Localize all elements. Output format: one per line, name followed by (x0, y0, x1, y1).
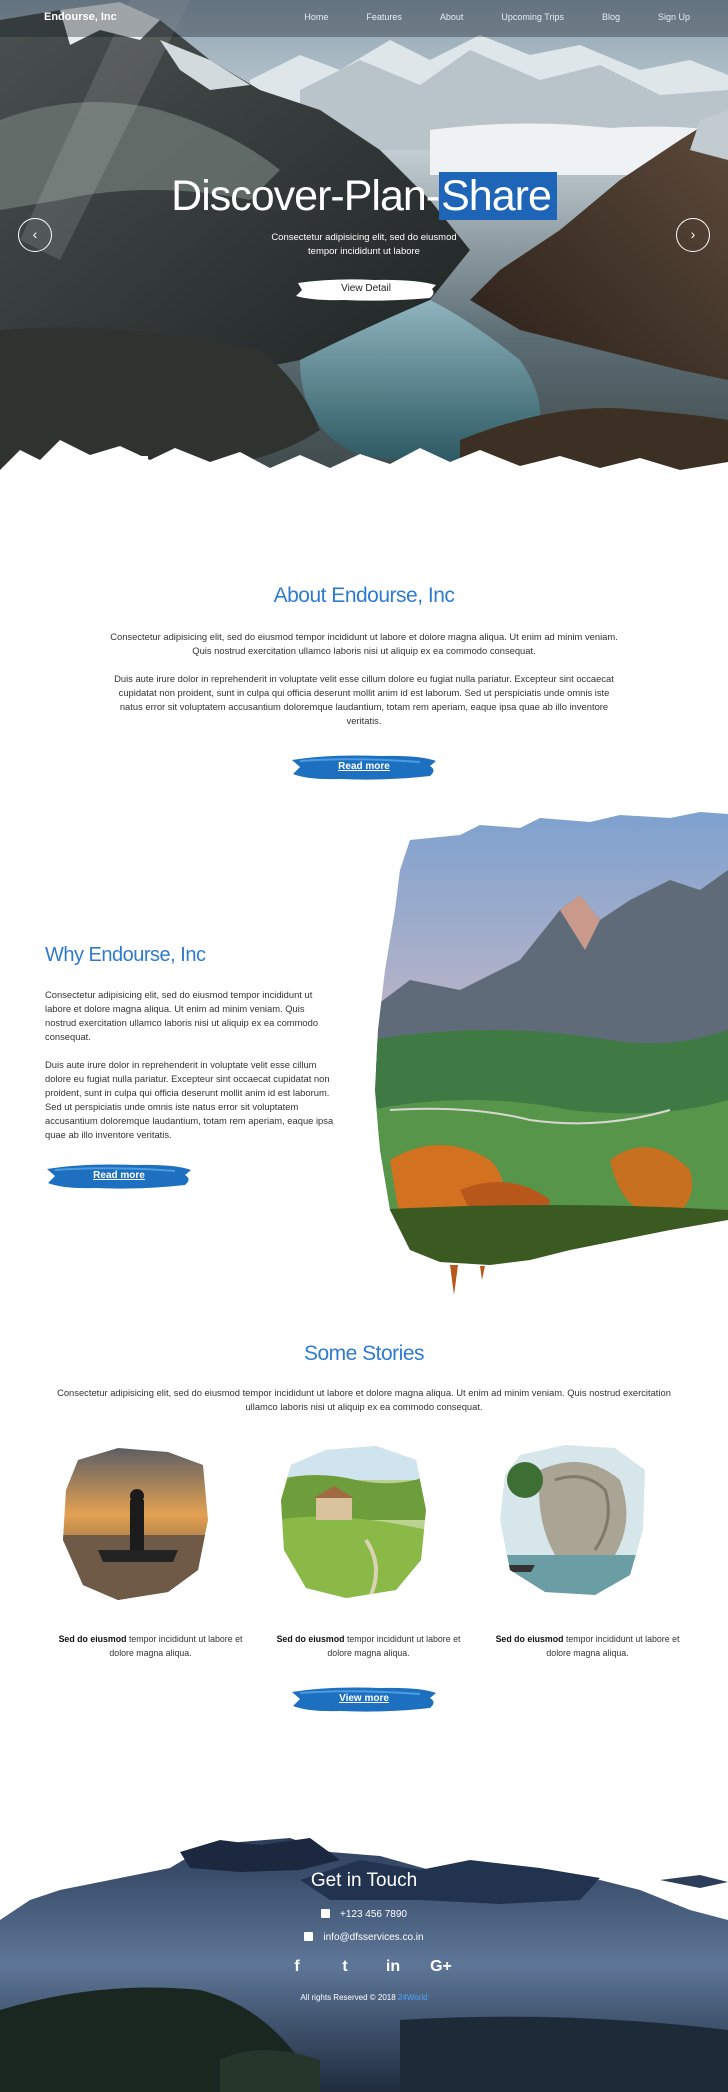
why-landscape-image (375, 810, 728, 1295)
why-read-more-label: Read more (93, 1170, 145, 1181)
story-caption-2-rest: tempor incididunt ut labore et (344, 1634, 461, 1644)
hero-subtitle-line2: tempor incididunt ut labore (308, 246, 420, 257)
why-p1-line4: consequat. (45, 1031, 91, 1042)
about-p2-line4: veritatis. (346, 715, 382, 726)
about-p1-line2: Quis nostrud exercitation ullamco labori… (192, 645, 536, 656)
facebook-icon[interactable]: f (284, 1958, 310, 1976)
chevron-left-icon: ‹ (32, 226, 38, 242)
story-caption-1-line1: Sed do eiusmod tempor incididunt ut labo… (53, 1632, 248, 1646)
hero-title-text: Discover-Plan- (171, 172, 440, 220)
stories-title: Some Stories (303, 1342, 425, 1365)
hero-subtitle-line1: Consectetur adipisicing elit, sed do eiu… (271, 232, 457, 243)
contact-phone[interactable]: +123 456 7890 (0, 1909, 728, 1920)
about-read-more-button[interactable]: Read more (290, 752, 438, 782)
story-caption-1: Sed do eiusmod tempor incididunt ut labo… (53, 1632, 248, 1660)
top-navbar: Endourse, Inc Home Features About Upcomi… (0, 0, 728, 37)
stories-intro-line1: Consectetur adipisicing elit, sed do eiu… (57, 1387, 671, 1398)
story-image-3 (500, 1445, 645, 1595)
view-detail-button[interactable]: View Detail (294, 277, 438, 303)
story-caption-2-bold: Sed do eiusmod (276, 1634, 345, 1644)
story-caption-2-line1: Sed do eiusmod tempor incididunt ut labo… (271, 1632, 466, 1646)
nav-link-about[interactable]: About (440, 12, 464, 22)
phone-number: +123 456 7890 (339, 1909, 407, 1920)
about-title: About Endourse, Inc (273, 584, 455, 607)
view-more-button[interactable]: View more (290, 1684, 438, 1714)
copyright-brand-link[interactable]: 24World (398, 1993, 428, 2002)
footer-title: Get in Touch (310, 1870, 418, 1891)
carousel-next-button[interactable]: › (676, 218, 710, 252)
brand-logo[interactable]: Endourse, Inc (44, 11, 117, 23)
carousel-prev-button[interactable]: ‹ (18, 218, 52, 252)
nav-link-home[interactable]: Home (304, 12, 328, 22)
story-caption-2-line2: dolore magna aliqua. (327, 1648, 410, 1658)
why-p2-line1: Duis aute irure dolor in reprehenderit i… (45, 1059, 317, 1070)
social-links: f t in G+ (284, 1958, 454, 1976)
story-card-3[interactable]: Sed do eiusmod tempor incididunt ut labo… (495, 1440, 680, 1658)
why-p2-line2: dolore eu fugiat nulla pariatur. Excepte… (45, 1073, 330, 1084)
copyright: All rights Reserved © 2018 24World (0, 1993, 728, 2002)
footer-lake-image (0, 1838, 728, 2092)
story-caption-3-line2: dolore magna aliqua. (546, 1648, 629, 1658)
contact-email[interactable]: info@dfsservices.co.in (0, 1932, 728, 1943)
about-p2-line1: Duis aute irure dolor in reprehenderit i… (114, 673, 614, 684)
about-paragraph-1: Consectetur adipisicing elit, sed do eiu… (60, 630, 668, 658)
hero-section: Endourse, Inc Home Features About Upcomi… (0, 0, 728, 560)
why-p1-line1: Consectetur adipisicing elit, sed do eiu… (45, 989, 313, 1000)
story-caption-3: Sed do eiusmod tempor incididunt ut labo… (490, 1632, 685, 1660)
hero-title: Discover-Plan-Share (0, 172, 728, 221)
about-read-more-label: Read more (338, 761, 390, 772)
why-p2-line3: proident, sunt in culpa qui officia dese… (45, 1087, 330, 1098)
hero-title-highlight: Share (439, 172, 557, 220)
story-image-1 (63, 1448, 208, 1600)
why-p1-line2: labore et dolore magna aliqua. Ut enim a… (45, 1003, 305, 1014)
why-paragraph-1: Consectetur adipisicing elit, sed do eiu… (45, 988, 335, 1044)
story-caption-3-rest: tempor incididunt ut labore et (563, 1634, 680, 1644)
nav-link-upcoming-trips[interactable]: Upcoming Trips (501, 12, 564, 22)
story-caption-2: Sed do eiusmod tempor incididunt ut labo… (271, 1632, 466, 1660)
mail-icon (304, 1932, 314, 1941)
why-title: Why Endourse, Inc (45, 944, 206, 966)
about-p1-line1: Consectetur adipisicing elit, sed do eiu… (110, 631, 618, 642)
why-p2-line4: Sed ut perspiciatis unde omnis iste natu… (45, 1101, 299, 1112)
about-p2-line2: cupidatat non proident, sunt in culpa qu… (118, 687, 610, 698)
story-image-2 (281, 1446, 426, 1598)
email-address: info@dfsservices.co.in (323, 1932, 424, 1943)
hero-subtitle: Consectetur adipisicing elit, sed do eiu… (0, 231, 728, 259)
stories-intro: Consectetur adipisicing elit, sed do eiu… (40, 1386, 688, 1414)
view-more-label: View more (339, 1693, 389, 1704)
story-caption-1-line2: dolore magna aliqua. (109, 1648, 192, 1658)
nav-link-features[interactable]: Features (366, 12, 402, 22)
why-p2-line6: quae ab illo inventore veritatis. (45, 1129, 172, 1140)
why-p2-line5: accusantium doloremque laudantium, totam… (45, 1115, 334, 1126)
story-caption-1-rest: tempor incididunt ut labore et (126, 1634, 243, 1644)
copyright-text: All rights Reserved © 2018 (300, 1993, 396, 2002)
why-read-more-button[interactable]: Read more (45, 1161, 193, 1191)
phone-icon (320, 1909, 330, 1918)
about-p2-line3: natus error sit voluptatem accusantium d… (119, 701, 609, 712)
story-caption-3-line1: Sed do eiusmod tempor incididunt ut labo… (490, 1632, 685, 1646)
nav-links: Home Features About Upcoming Trips Blog … (266, 12, 690, 22)
about-paragraph-2: Duis aute irure dolor in reprehenderit i… (60, 672, 668, 728)
google-plus-icon[interactable]: G+ (428, 1958, 454, 1976)
story-card-1[interactable]: Sed do eiusmod tempor incididunt ut labo… (58, 1440, 243, 1658)
linkedin-icon[interactable]: in (380, 1958, 406, 1976)
why-p1-line3: nostrud exercitation ullamco laboris nis… (45, 1017, 319, 1028)
nav-link-sign-up[interactable]: Sign Up (658, 12, 690, 22)
why-paragraph-2: Duis aute irure dolor in reprehenderit i… (45, 1058, 335, 1142)
twitter-icon[interactable]: t (332, 1958, 358, 1976)
story-caption-3-bold: Sed do eiusmod (495, 1634, 564, 1644)
view-detail-label: View Detail (341, 283, 391, 294)
story-caption-1-bold: Sed do eiusmod (58, 1634, 127, 1644)
story-card-2[interactable]: Sed do eiusmod tempor incididunt ut labo… (276, 1440, 461, 1658)
stories-intro-line2: ullamco laboris nisi ut aliquip ex ea co… (245, 1401, 483, 1412)
chevron-right-icon: › (690, 226, 696, 242)
nav-link-blog[interactable]: Blog (602, 12, 620, 22)
